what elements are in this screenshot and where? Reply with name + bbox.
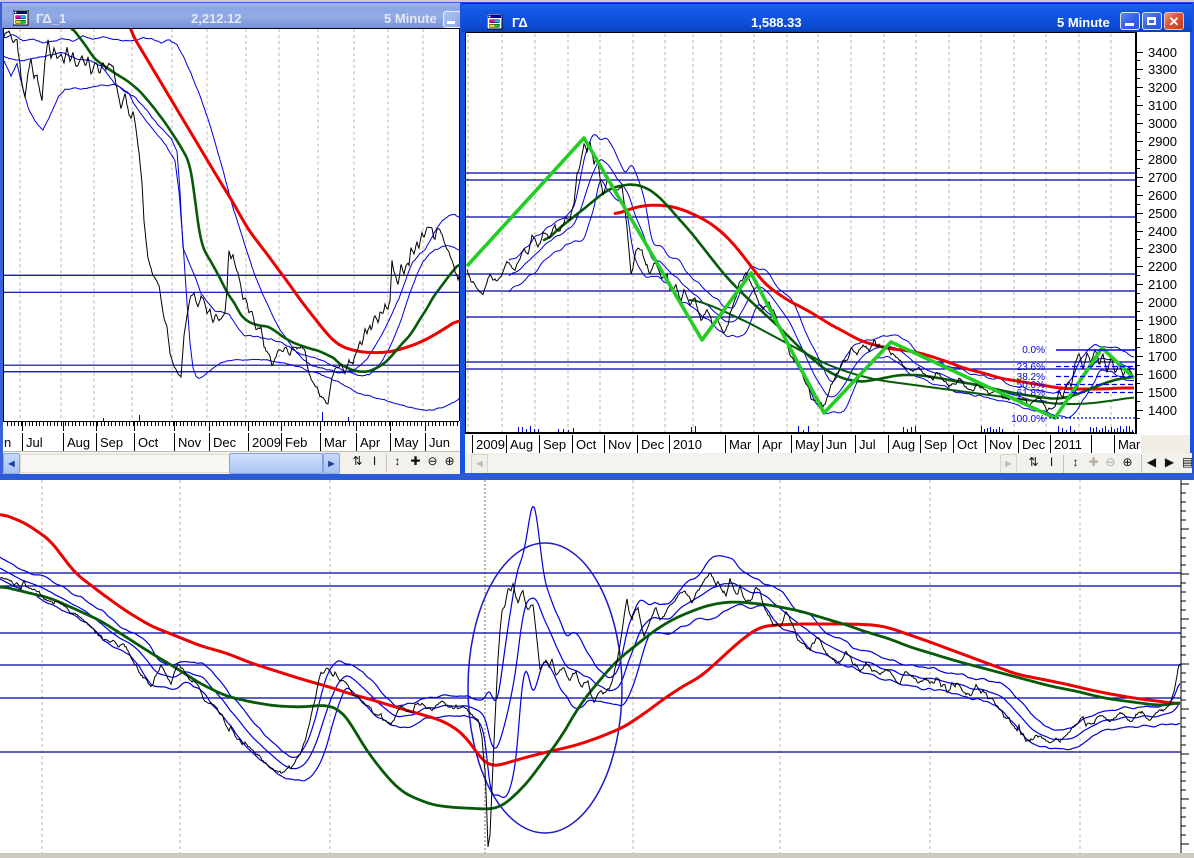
svg-text:100.0%: 100.0%	[1011, 414, 1045, 425]
svg-text:0.0%: 0.0%	[1022, 345, 1045, 356]
svg-text:61.8%: 61.8%	[1017, 388, 1045, 399]
